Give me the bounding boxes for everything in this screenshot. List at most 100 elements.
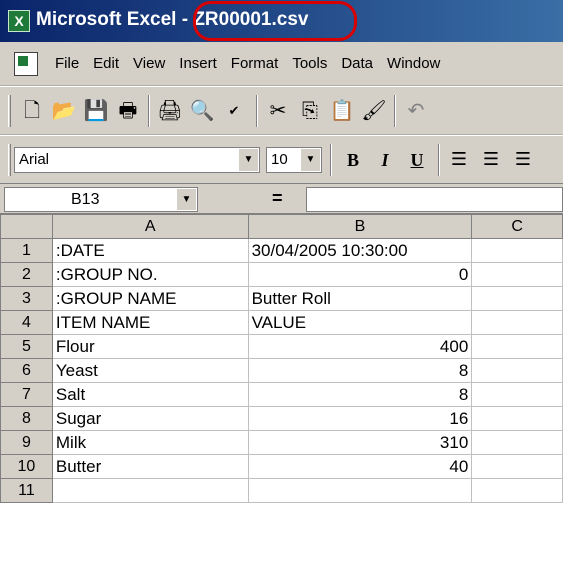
cell-c1[interactable] — [471, 238, 563, 263]
cell-a11[interactable] — [51, 478, 249, 503]
cell-a3[interactable]: :GROUP NAME — [51, 286, 249, 311]
select-all-corner[interactable] — [0, 214, 53, 239]
cell-c10[interactable] — [471, 454, 563, 479]
row-header[interactable]: 10 — [0, 454, 53, 479]
toolbar-separator — [330, 144, 332, 176]
menu-item-tools[interactable]: Tools — [285, 55, 334, 72]
cell-a9[interactable]: Milk — [51, 430, 249, 455]
new-document-icon[interactable]: 🗋 — [18, 97, 46, 125]
copy-icon[interactable]: ⎘ — [296, 97, 324, 125]
cell-b11[interactable] — [247, 478, 473, 503]
underline-button[interactable]: U — [404, 147, 430, 173]
column-header-b[interactable]: B — [247, 214, 473, 239]
row-header[interactable]: 3 — [0, 286, 53, 311]
font-size-select[interactable]: 10 ▼ — [266, 147, 322, 173]
workbook-icon[interactable] — [14, 52, 38, 76]
cell-c3[interactable] — [471, 286, 563, 311]
cell-c8[interactable] — [471, 406, 563, 431]
cell-b8[interactable]: 16 — [247, 406, 473, 431]
row-header[interactable]: 8 — [0, 406, 53, 431]
paste-icon[interactable]: 📋 — [328, 97, 356, 125]
cell-b2[interactable]: 0 — [247, 262, 473, 287]
spelling-icon[interactable]: ✔ — [220, 97, 248, 125]
align-left-icon[interactable]: ☰ — [446, 147, 472, 173]
cell-b4[interactable]: VALUE — [247, 310, 473, 335]
row-header[interactable]: 5 — [0, 334, 53, 359]
cell-b1[interactable]: 30/04/2005 10:30:00 — [247, 238, 473, 263]
cell-b6[interactable]: 8 — [247, 358, 473, 383]
menu-item-edit[interactable]: Edit — [86, 55, 126, 72]
toolbar-separator — [256, 95, 258, 127]
cell-b7[interactable]: 8 — [247, 382, 473, 407]
cell-b3[interactable]: Butter Roll — [247, 286, 473, 311]
align-right-icon[interactable]: ☰ — [510, 147, 536, 173]
undo-icon[interactable]: ↶ — [402, 97, 430, 125]
menu-item-data[interactable]: Data — [334, 55, 380, 72]
equals-sign[interactable]: = — [272, 188, 283, 209]
column-header-a[interactable]: A — [51, 214, 249, 239]
menu-item-file[interactable]: File — [48, 55, 86, 72]
font-name-select[interactable]: Arial ▼ — [14, 147, 260, 173]
row-header[interactable]: 11 — [0, 478, 53, 503]
menu-item-format[interactable]: Format — [224, 55, 286, 72]
format-painter-icon[interactable]: 🖌 — [360, 97, 388, 125]
cell-a2[interactable]: :GROUP NO. — [51, 262, 249, 287]
cell-c6[interactable] — [471, 358, 563, 383]
italic-button[interactable]: I — [372, 147, 398, 173]
formatting-toolbar: Arial ▼ 10 ▼ B I U ☰ ☰ ☰ — [0, 136, 563, 184]
toolbar-grip[interactable] — [8, 144, 11, 176]
cell-a5[interactable]: Flour — [51, 334, 249, 359]
cell-b9[interactable]: 310 — [247, 430, 473, 455]
print-setup-icon[interactable]: 🖶 — [114, 97, 142, 125]
cell-c11[interactable] — [471, 478, 563, 503]
table-row: 7 Salt 8 — [0, 382, 563, 407]
standard-toolbar: 🗋 📂 💾 🖶 🖨 🔍 ✔ ✂ ⎘ 📋 🖌 ↶ — [0, 87, 563, 135]
cell-b10[interactable]: 40 — [247, 454, 473, 479]
row-header[interactable]: 7 — [0, 382, 53, 407]
cell-c9[interactable] — [471, 430, 563, 455]
table-row: 11 — [0, 478, 563, 503]
cell-a4[interactable]: ITEM NAME — [51, 310, 249, 335]
row-header[interactable]: 2 — [0, 262, 53, 287]
chevron-down-icon[interactable]: ▼ — [300, 149, 320, 171]
cell-a7[interactable]: Salt — [51, 382, 249, 407]
formula-input[interactable] — [306, 187, 563, 212]
filename-highlight-circle — [193, 1, 357, 41]
name-box[interactable]: B13 ▼ — [4, 187, 198, 212]
cell-b5[interactable]: 400 — [247, 334, 473, 359]
cell-a1[interactable]: :DATE — [51, 238, 249, 263]
row-header[interactable]: 1 — [0, 238, 53, 263]
cell-a10[interactable]: Butter — [51, 454, 249, 479]
chevron-down-icon[interactable]: ▼ — [176, 189, 196, 210]
print-preview-icon[interactable]: 🔍 — [188, 97, 216, 125]
save-icon[interactable]: 💾 — [82, 97, 110, 125]
menu-item-view[interactable]: View — [126, 55, 172, 72]
cell-c5[interactable] — [471, 334, 563, 359]
toolbar-grip[interactable] — [8, 95, 11, 127]
row-header[interactable]: 4 — [0, 310, 53, 335]
table-row: 10 Butter 40 — [0, 454, 563, 479]
chevron-down-icon[interactable]: ▼ — [238, 149, 258, 171]
excel-app-icon[interactable] — [8, 10, 30, 32]
bold-button[interactable]: B — [340, 147, 366, 173]
menu-item-insert[interactable]: Insert — [172, 55, 224, 72]
cell-reference: B13 — [71, 191, 100, 208]
table-row: 6 Yeast 8 — [0, 358, 563, 383]
menu-item-window[interactable]: Window — [380, 55, 447, 72]
column-header-c[interactable]: C — [471, 214, 563, 239]
menu-bar: File Edit View Insert Format Tools Data Window — [0, 42, 563, 86]
row-header[interactable]: 6 — [0, 358, 53, 383]
row-header[interactable]: 9 — [0, 430, 53, 455]
table-row: 8 Sugar 16 — [0, 406, 563, 431]
print-icon[interactable]: 🖨 — [156, 97, 184, 125]
cell-a8[interactable]: Sugar — [51, 406, 249, 431]
open-folder-icon[interactable]: 📂 — [50, 97, 78, 125]
cut-icon[interactable]: ✂ — [264, 97, 292, 125]
font-name-value: Arial — [19, 151, 50, 168]
cell-c2[interactable] — [471, 262, 563, 287]
align-center-icon[interactable]: ☰ — [478, 147, 504, 173]
cell-c7[interactable] — [471, 382, 563, 407]
cell-a6[interactable]: Yeast — [51, 358, 249, 383]
cell-c4[interactable] — [471, 310, 563, 335]
toolbar-separator — [394, 95, 396, 127]
